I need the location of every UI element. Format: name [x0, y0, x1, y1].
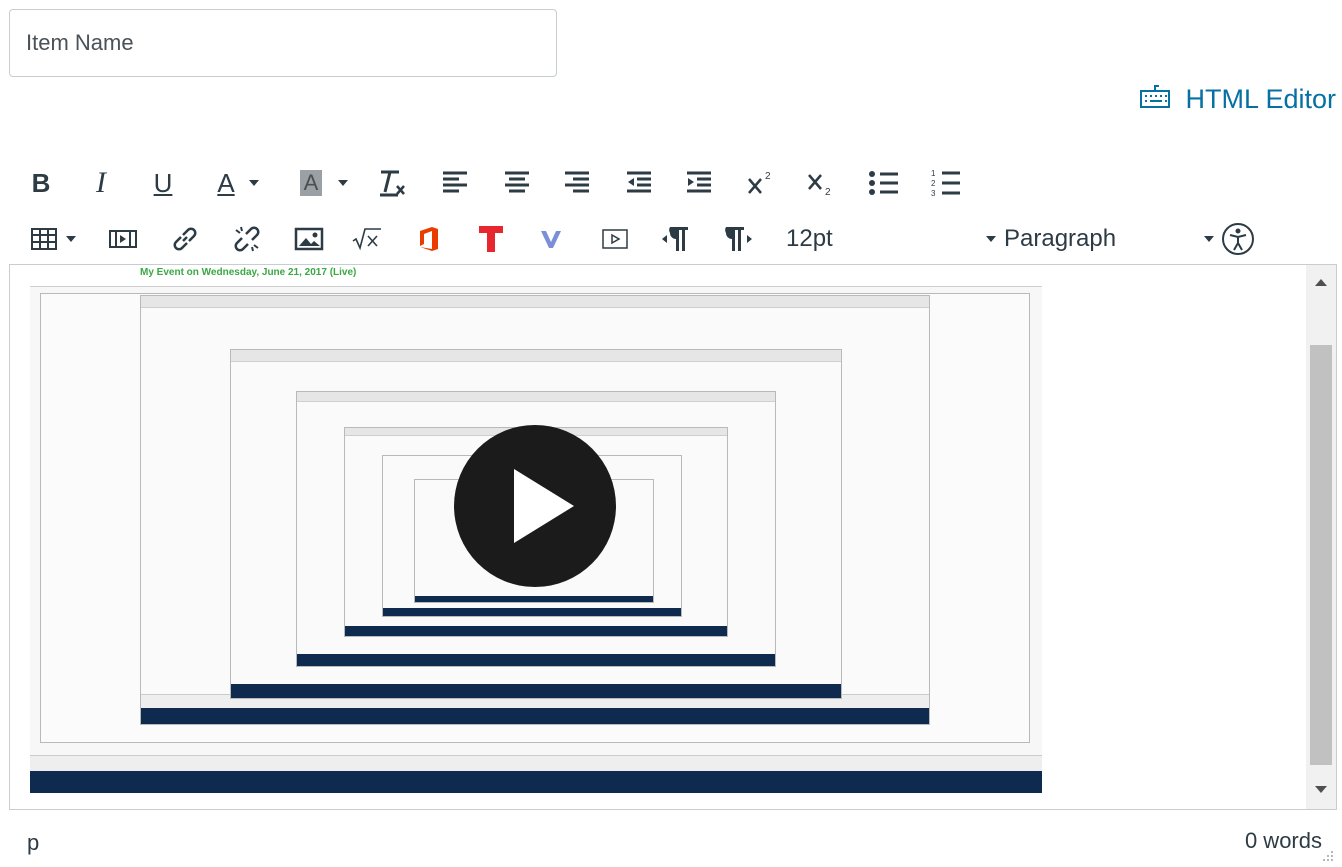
- bold-button[interactable]: B: [28, 160, 54, 206]
- scroll-up-icon[interactable]: [1315, 279, 1327, 286]
- font-size-select[interactable]: 12pt: [786, 216, 996, 262]
- ltr-paragraph-button[interactable]: [660, 216, 692, 262]
- bold-icon: B: [31, 167, 51, 198]
- editor-scrollbar[interactable]: [1306, 265, 1336, 809]
- chevron-down-icon: [338, 180, 349, 186]
- align-left-button[interactable]: [440, 160, 470, 206]
- nested-taskbar: [297, 654, 775, 666]
- link-icon: [173, 227, 197, 251]
- accessibility-icon: [1222, 223, 1254, 255]
- rtl-paragraph-button[interactable]: [722, 216, 754, 262]
- underline-button[interactable]: U: [150, 160, 176, 206]
- clear-formatting-icon: [380, 170, 405, 197]
- math-equation-button[interactable]: [350, 216, 384, 262]
- rtl-paragraph-icon: [725, 227, 752, 251]
- text-tool-button[interactable]: [476, 216, 506, 262]
- embedded-video[interactable]: My Event on Wednesday, June 21, 2017 (Li…: [30, 265, 1042, 793]
- chevron-down-icon: [66, 236, 76, 242]
- t-letter-icon: [479, 226, 503, 252]
- video-play-icon: [602, 229, 628, 249]
- align-center-icon: [505, 171, 529, 193]
- italic-icon: I: [96, 166, 106, 199]
- chevron-down-icon: [248, 180, 259, 186]
- subscript-button[interactable]: 2: [806, 160, 836, 206]
- office365-button[interactable]: [414, 216, 444, 262]
- svg-text:3: 3: [931, 189, 936, 198]
- html-editor-label: HTML Editor: [1185, 83, 1336, 114]
- numbered-list-button[interactable]: 123: [930, 160, 962, 206]
- font-size-value: 12pt: [786, 225, 833, 252]
- background-color-icon: A: [299, 170, 323, 196]
- keyboard-icon: [1139, 82, 1171, 117]
- media-icon: [109, 230, 137, 248]
- align-right-button[interactable]: [562, 160, 592, 206]
- indent-button[interactable]: [684, 160, 714, 206]
- table-button[interactable]: [24, 216, 82, 262]
- block-format-select[interactable]: Paragraph: [1004, 216, 1214, 262]
- video-embed-button[interactable]: [598, 216, 632, 262]
- link-button[interactable]: [168, 216, 202, 262]
- bullet-list-button[interactable]: [868, 160, 900, 206]
- svg-text:2: 2: [825, 187, 831, 197]
- superscript-icon: 2: [748, 171, 771, 194]
- align-center-button[interactable]: [502, 160, 532, 206]
- nested-taskbar: [345, 626, 727, 636]
- chevron-down-icon: [986, 236, 996, 242]
- nested-frame-header: [141, 296, 929, 308]
- item-name-input[interactable]: [9, 9, 557, 77]
- svg-text:2: 2: [765, 171, 771, 182]
- align-right-icon: [565, 171, 589, 193]
- rich-content-editor[interactable]: My Event on Wednesday, June 21, 2017 (Li…: [9, 264, 1337, 810]
- html-editor-link[interactable]: HTML Editor: [1139, 80, 1336, 118]
- chevron-down-icon: [1204, 236, 1214, 242]
- underline-icon: U: [153, 167, 173, 198]
- ltr-paragraph-icon: [662, 227, 688, 251]
- word-count: 0 words: [1244, 828, 1322, 853]
- superscript-button[interactable]: 2: [746, 160, 776, 206]
- play-button[interactable]: [454, 425, 616, 587]
- nested-taskbar: [383, 608, 681, 616]
- align-left-icon: [443, 171, 467, 193]
- square-root-icon: [352, 228, 381, 251]
- svg-text:2: 2: [931, 179, 936, 188]
- nested-frame-header: [231, 350, 841, 362]
- table-icon: [31, 228, 57, 250]
- indent-icon: [687, 171, 711, 193]
- subscript-icon: 2: [808, 174, 831, 197]
- nested-taskbar: [231, 684, 841, 698]
- image-button[interactable]: [292, 216, 326, 262]
- background-color-button[interactable]: A: [290, 160, 358, 206]
- nested-taskbar: [141, 708, 929, 724]
- video-header: My Event on Wednesday, June 21, 2017 (Li…: [30, 265, 1042, 287]
- nested-taskbar: [415, 596, 653, 602]
- office-icon: [420, 227, 438, 251]
- italic-button[interactable]: I: [88, 160, 114, 206]
- scrollbar-thumb[interactable]: [1310, 345, 1332, 765]
- image-icon: [294, 227, 324, 251]
- media-button[interactable]: [106, 216, 140, 262]
- video-taskbar: [30, 771, 1042, 793]
- svg-text:1: 1: [931, 169, 936, 178]
- unlink-icon: [234, 226, 260, 252]
- accessibility-checker-button[interactable]: [1218, 216, 1258, 262]
- scroll-down-icon[interactable]: [1315, 786, 1327, 793]
- outdent-button[interactable]: [624, 160, 654, 206]
- outdent-icon: [627, 171, 651, 193]
- block-format-value: Paragraph: [1004, 225, 1117, 252]
- font-color-button[interactable]: A: [206, 160, 270, 206]
- nested-frame-header: [297, 392, 775, 402]
- bullet-list-icon: [869, 171, 898, 195]
- video-event-title: My Event on Wednesday, June 21, 2017 (Li…: [140, 267, 357, 278]
- font-color-icon: A: [217, 167, 235, 198]
- unlink-button[interactable]: [230, 216, 264, 262]
- numbered-list-icon: 123: [931, 169, 960, 198]
- v-logo-icon: [541, 231, 561, 248]
- video-control-strip: [30, 755, 1042, 771]
- clear-formatting-button[interactable]: [376, 160, 408, 206]
- resize-handle-icon[interactable]: [1322, 850, 1334, 862]
- vimeo-tool-button[interactable]: [536, 216, 566, 262]
- element-path[interactable]: p: [27, 830, 39, 856]
